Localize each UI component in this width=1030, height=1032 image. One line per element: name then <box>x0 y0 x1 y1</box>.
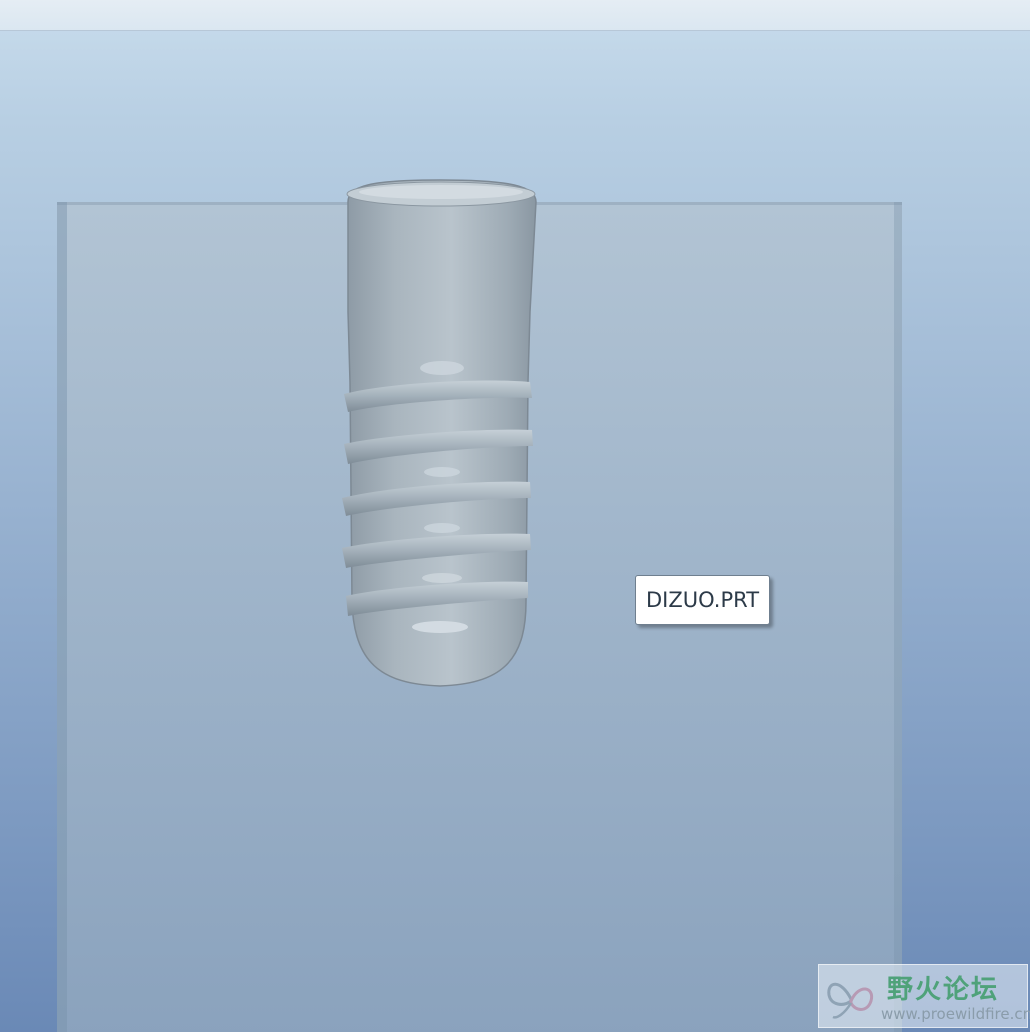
threaded-post-model[interactable] <box>330 172 550 697</box>
graphics-viewport[interactable]: DIZUO.PRT 野火论坛 www.proewildfire.cn <box>0 0 1030 1032</box>
part-name-tooltip: DIZUO.PRT <box>635 575 771 625</box>
toolbar-strip <box>0 0 1030 31</box>
watermark-title: 野火论坛 <box>887 975 1000 1005</box>
watermark-url: www.proewildfire.cn <box>881 1005 1030 1023</box>
forum-watermark: 野火论坛 www.proewildfire.cn <box>818 964 1030 1028</box>
butterfly-logo-icon <box>827 982 874 1019</box>
